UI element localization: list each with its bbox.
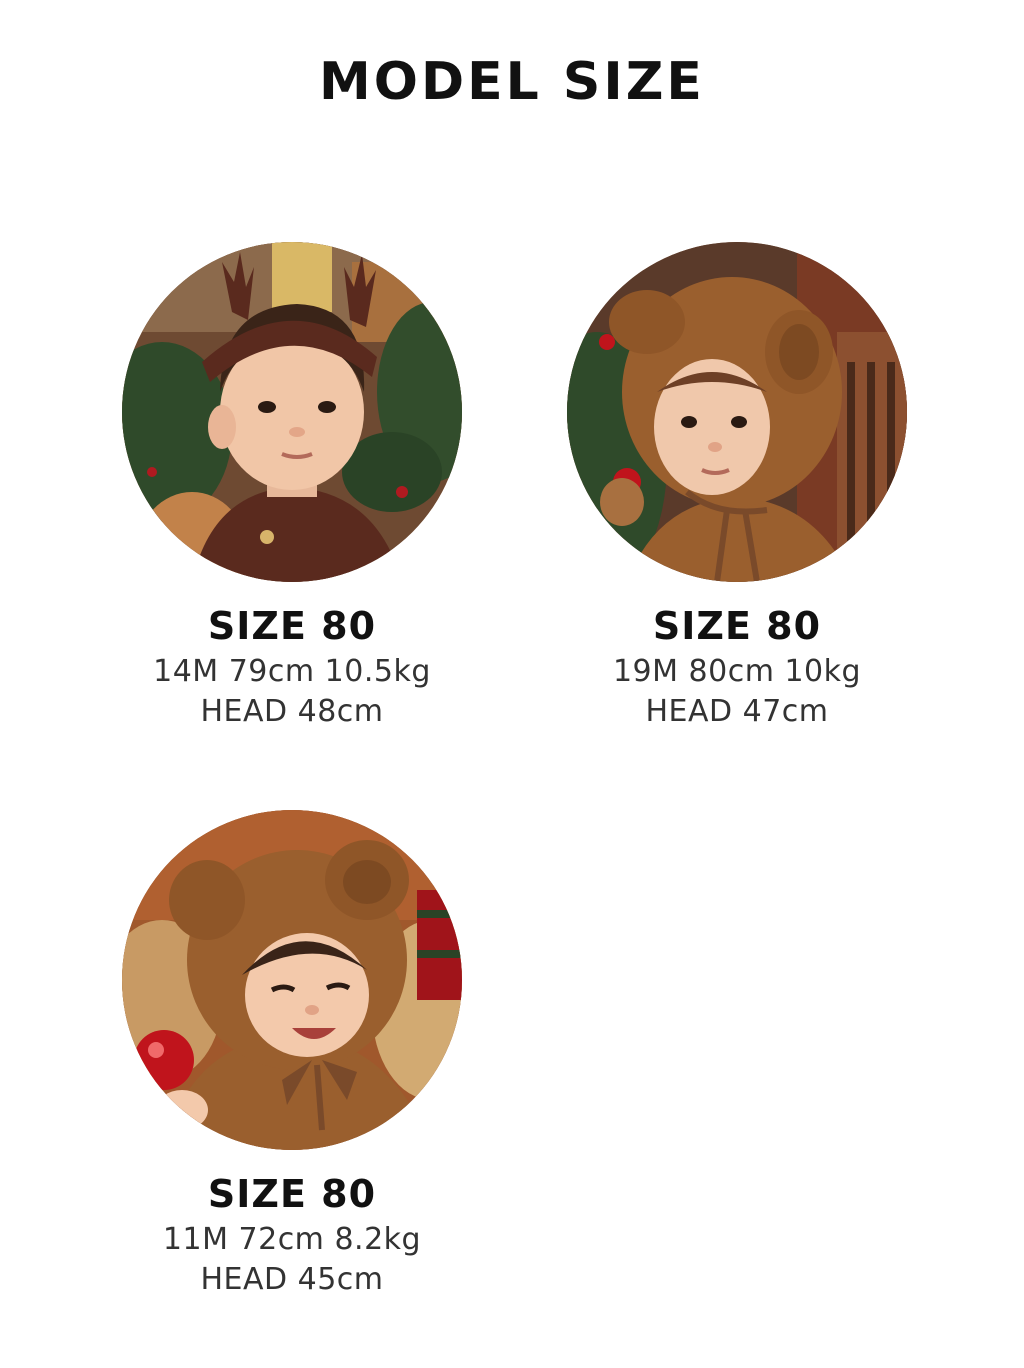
model-size-label: SIZE 80 xyxy=(207,604,377,648)
model-head-size: HEAD 45cm xyxy=(200,1262,384,1297)
model-photo-1 xyxy=(122,242,462,582)
model-card-1: SIZE 80 14M 79cm 10.5kg HEAD 48cm xyxy=(122,242,462,732)
model-size-label: SIZE 80 xyxy=(652,604,822,648)
model-stats: 14M 79cm 10.5kg xyxy=(153,654,431,689)
baby-reindeer-headband-photo-icon xyxy=(122,242,462,582)
page-title: MODEL SIZE xyxy=(319,52,705,112)
model-head-size: HEAD 48cm xyxy=(200,694,384,729)
baby-bear-hood-photo-icon xyxy=(567,242,907,582)
model-size-label: SIZE 80 xyxy=(207,1172,377,1216)
model-photo-2 xyxy=(567,242,907,582)
model-stats: 11M 72cm 8.2kg xyxy=(162,1222,422,1257)
model-photo-3 xyxy=(122,810,462,1150)
model-head-size: HEAD 47cm xyxy=(645,694,829,729)
model-stats: 19M 80cm 10kg xyxy=(612,654,862,689)
model-card-2: SIZE 80 19M 80cm 10kg HEAD 47cm xyxy=(567,242,907,732)
baby-bear-hoodie-ornament-photo-icon xyxy=(122,810,462,1150)
model-card-3: SIZE 80 11M 72cm 8.2kg HEAD 45cm xyxy=(122,810,462,1300)
